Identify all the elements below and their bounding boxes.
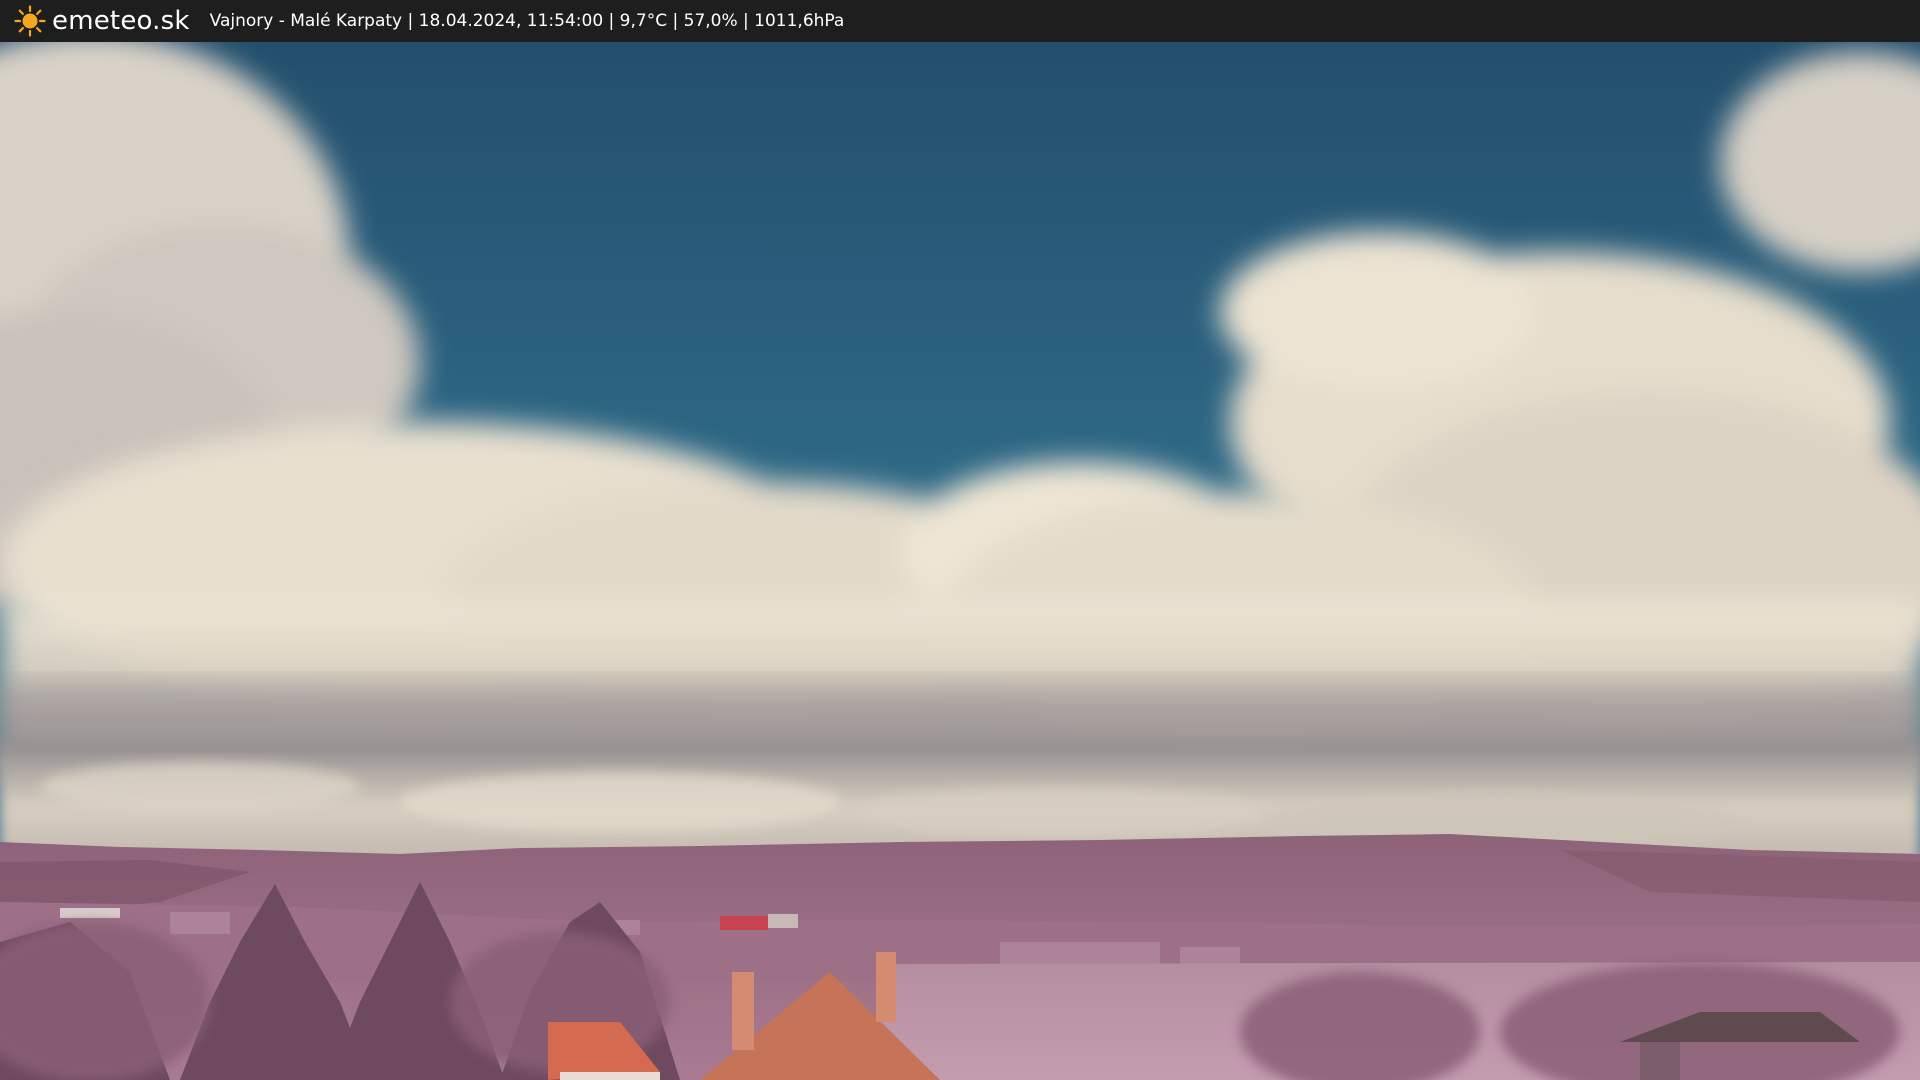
sun-icon bbox=[14, 5, 46, 37]
weather-caption: Vajnory - Malé Karpaty | 18.04.2024, 11:… bbox=[209, 11, 845, 31]
webcam-page: emeteo.sk Vajnory - Malé Karpaty | 18.04… bbox=[0, 0, 1920, 1080]
info-bar: emeteo.sk Vajnory - Malé Karpaty | 18.04… bbox=[0, 0, 1920, 42]
brand-logo[interactable]: emeteo.sk bbox=[14, 0, 190, 42]
site-name: emeteo.sk bbox=[52, 6, 190, 36]
webcam-image bbox=[0, 42, 1920, 1080]
